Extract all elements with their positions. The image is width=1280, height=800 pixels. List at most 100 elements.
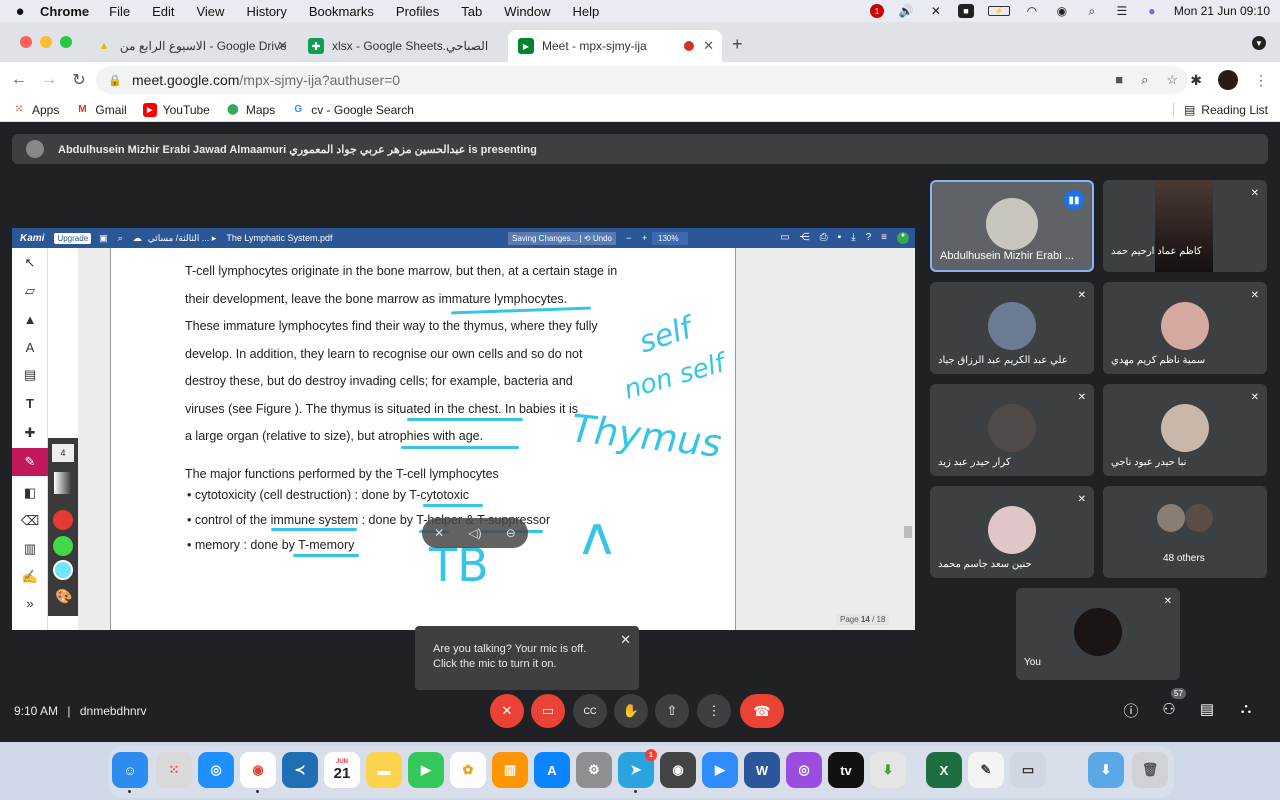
calendar-icon[interactable]: JUN 21	[324, 752, 360, 788]
spotlight-search-icon[interactable]: ⌕	[1084, 4, 1100, 18]
participant-tile-self[interactable]: ✕ You	[1016, 588, 1180, 680]
present-screen-button[interactable]: ⇧	[655, 694, 689, 728]
tab-google-drive[interactable]: ▲ الاسبوع الرابع من - Google Drive ✕	[86, 30, 296, 62]
textedit-icon[interactable]: ✎	[968, 752, 1004, 788]
menu-edit[interactable]: Edit	[152, 4, 174, 19]
bookmark-star-icon[interactable]: ☆	[1166, 72, 1178, 88]
menubar-clock[interactable]: Mon 21 Jun 09:10	[1174, 4, 1270, 18]
save-icon[interactable]: ▪	[838, 232, 842, 244]
bookmark-gmail[interactable]: M Gmail	[75, 103, 127, 117]
menu-bookmarks[interactable]: Bookmarks	[309, 4, 374, 19]
app-store-icon[interactable]: A	[534, 752, 570, 788]
minus-circle-icon[interactable]: ⊖	[506, 526, 516, 540]
color-cyan-swatch[interactable]	[53, 560, 73, 580]
address-bar[interactable]: 🔒 meet.google.com/mpx-sjmy-ija?authuser=…	[96, 66, 1188, 94]
participant-tile[interactable]: ✕ نبأ حيدر عبود ناجي	[1103, 384, 1267, 476]
drawing-tool-icon[interactable]: ✎	[12, 448, 48, 476]
control-center-icon[interactable]: ☰	[1114, 4, 1130, 18]
shapes-tool-icon[interactable]: ◧	[21, 484, 39, 502]
tab-meet[interactable]: ▶ Meet - mpx-sjmy-ija ✕	[508, 30, 722, 62]
eraser-tool-icon[interactable]: ⌫	[21, 512, 39, 530]
folder-icon[interactable]: ▭	[780, 232, 789, 244]
chat-icon[interactable]: ▤	[1197, 700, 1217, 718]
expand-tools-icon[interactable]: »	[21, 594, 39, 612]
zoom-in-icon[interactable]: +	[642, 233, 647, 243]
apple-menu-icon[interactable]: ●	[0, 3, 40, 20]
quicktime-icon[interactable]: ◉	[660, 752, 696, 788]
underline-tool-icon[interactable]: ▲	[21, 310, 39, 328]
kami-breadcrumb[interactable]: الثالثة/ مسائي ... ▸	[148, 233, 217, 244]
equation-tool-icon[interactable]: ✚	[21, 424, 39, 442]
bluetooth-off-icon[interactable]: ✕	[928, 4, 944, 18]
books-icon[interactable]: ▥	[492, 752, 528, 788]
facetime-icon[interactable]: ▶	[408, 752, 444, 788]
preview-icon[interactable]: ▭	[1010, 752, 1046, 788]
podcasts-icon[interactable]: ◎	[786, 752, 822, 788]
tab-search-icon[interactable]: ▼	[1252, 36, 1266, 50]
vscode-icon[interactable]: ≺	[282, 752, 318, 788]
volume-icon[interactable]: 🔊	[898, 4, 914, 18]
camera-in-use-icon[interactable]: ■	[1115, 72, 1123, 88]
mic-off-icon[interactable]: ✕	[434, 526, 444, 540]
signature-tool-icon[interactable]: ✍	[21, 568, 39, 586]
bookmark-maps[interactable]: ⬤ Maps	[226, 103, 275, 117]
downloads-folder-icon[interactable]: ⬇	[1088, 752, 1124, 788]
zoom-select[interactable]: 130%	[652, 231, 689, 245]
menu-window[interactable]: Window	[504, 4, 550, 19]
participant-tile-others[interactable]: 48 others	[1103, 486, 1267, 578]
saving-status[interactable]: Saving Changes... | ⟲ Undo	[508, 231, 616, 245]
page-indicator[interactable]: Page 14 / 18	[836, 614, 890, 625]
launchpad-icon[interactable]: ⁙	[156, 752, 192, 788]
kami-search-icon[interactable]: ⌕	[118, 233, 123, 244]
zoom-icon[interactable]: ⌕	[1141, 72, 1148, 88]
close-tab-icon[interactable]: ✕	[277, 38, 288, 54]
opacity-gradient[interactable]	[54, 472, 72, 494]
download-icon[interactable]: ⤓	[851, 232, 855, 244]
apple-tv-icon[interactable]: tv	[828, 752, 864, 788]
close-tab-icon[interactable]: ✕	[703, 38, 714, 54]
mic-toggle-button[interactable]: ✕	[490, 694, 524, 728]
color-green-swatch[interactable]	[53, 536, 73, 556]
document-scrollbar[interactable]	[904, 526, 912, 538]
photos-icon[interactable]: ✿	[450, 752, 486, 788]
tab-google-sheets[interactable]: ✚ xlsx - Google Sheets.الصباحي	[298, 30, 508, 62]
menu-file[interactable]: File	[109, 4, 130, 19]
select-tool-icon[interactable]: ↖	[21, 254, 39, 272]
people-icon[interactable]: ⚇	[1159, 700, 1179, 718]
wifi-icon[interactable]: ◠	[1024, 4, 1040, 18]
participant-tile[interactable]: ✕ كرار حيدر عبد زيد	[930, 384, 1094, 476]
telegram-icon[interactable]: ➤ 1	[618, 749, 657, 788]
bookmark-cv-search[interactable]: Gcv - Google Search	[291, 103, 414, 117]
menu-profiles[interactable]: Profiles	[396, 4, 439, 19]
palette-icon[interactable]: 🎨	[55, 588, 72, 605]
more-options-button[interactable]: ⋮	[697, 694, 731, 728]
color-red-swatch[interactable]	[53, 510, 73, 530]
lock-icon[interactable]: 🔒	[108, 74, 122, 87]
stroke-size-select[interactable]: 4	[52, 444, 74, 462]
word-icon[interactable]: W	[744, 752, 780, 788]
participant-tile[interactable]: ✕ سمية ناظم كريم مهدي	[1103, 282, 1267, 374]
trash-icon[interactable]: 🗑	[1132, 752, 1168, 788]
new-tab-button[interactable]: +	[732, 34, 743, 55]
close-toast-icon[interactable]: ✕	[620, 632, 631, 647]
system-preferences-icon[interactable]: ⚙	[576, 752, 612, 788]
zoom-out-icon[interactable]: −	[626, 233, 631, 243]
menu-help[interactable]: Help	[573, 4, 600, 19]
app-status-icon[interactable]: ■	[957, 4, 974, 18]
zoom-window-button[interactable]	[60, 36, 72, 48]
participant-tile[interactable]: ✕ علي عبد الكريم عبد الرزاق جياد	[930, 282, 1094, 374]
comment-tool-icon[interactable]: ▤	[21, 366, 39, 384]
safari-icon[interactable]: ◎	[198, 752, 234, 788]
close-window-button[interactable]	[20, 36, 32, 48]
captions-button[interactable]: CC	[573, 694, 607, 728]
back-button[interactable]: ←	[4, 71, 34, 89]
participant-tile[interactable]: ✕ حنين سعد جاسم محمد	[930, 486, 1094, 578]
meeting-code[interactable]: dnmebdhnrv	[80, 704, 147, 718]
raise-hand-button[interactable]: ✋	[614, 694, 648, 728]
reading-list-button[interactable]: ▤ Reading List	[1172, 102, 1268, 117]
help-icon[interactable]: ?	[866, 232, 872, 244]
participant-tile[interactable]: ✕ كاظم عماد ارحيم حمد	[1103, 180, 1267, 272]
excel-icon[interactable]: X	[926, 752, 962, 788]
chrome-menu-icon[interactable]: ⋮	[1254, 72, 1268, 89]
add-media-tool-icon[interactable]: ▥	[21, 540, 39, 558]
